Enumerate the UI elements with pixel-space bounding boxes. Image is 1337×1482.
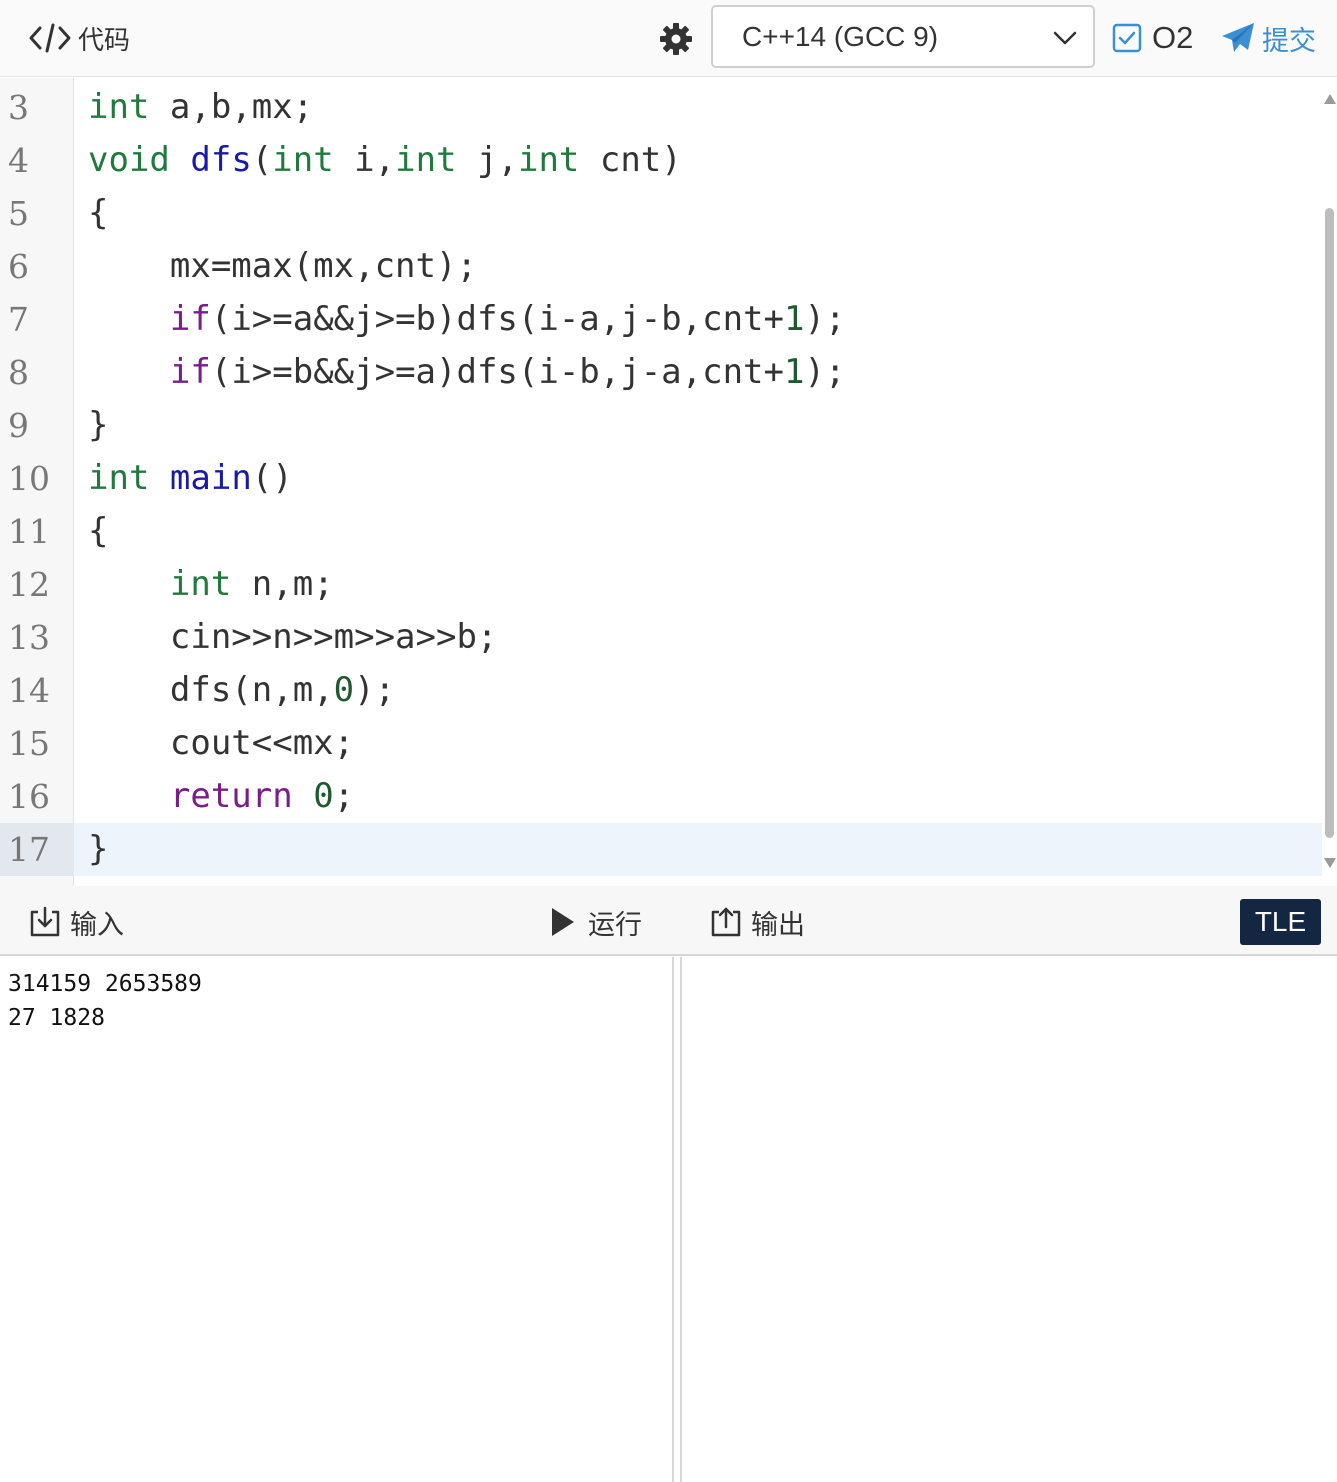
- code-text[interactable]: }: [88, 823, 108, 876]
- line-number: 5: [8, 194, 29, 233]
- code-text[interactable]: cin>>n>>m>>a>>b;: [88, 611, 498, 664]
- paper-plane-icon: [1222, 23, 1254, 52]
- code-text[interactable]: int main(): [88, 452, 293, 505]
- upload-tray-icon: [711, 907, 741, 937]
- code-line[interactable]: 6 mx=max(mx,cnt);: [0, 240, 1322, 293]
- code-line[interactable]: 15 cout<<mx;: [0, 717, 1322, 770]
- line-number: 6: [8, 247, 29, 286]
- code-line[interactable]: 3 int a,b,mx;: [0, 81, 1322, 134]
- code-line[interactable]: 5{: [0, 187, 1322, 240]
- play-icon: [552, 908, 574, 936]
- editor-scrollbar[interactable]: [1322, 78, 1337, 886]
- gear-icon[interactable]: [659, 22, 693, 56]
- output-pane: [680, 957, 1337, 1482]
- code-line[interactable]: 12 int n,m;: [0, 558, 1322, 611]
- output-tab[interactable]: 输出: [709, 904, 805, 941]
- line-number: 10: [8, 459, 50, 498]
- line-number: 9: [8, 406, 29, 445]
- code-line[interactable]: 16 return 0;: [0, 770, 1322, 823]
- editor-header: 代码 C++14 (GCC 9) O2 提交: [0, 0, 1337, 77]
- line-number: 8: [8, 353, 29, 392]
- input-label: 输入: [70, 909, 124, 941]
- code-line[interactable]: 11 {: [0, 505, 1322, 558]
- code-text[interactable]: mx=max(mx,cnt);: [88, 240, 477, 293]
- code-line[interactable]: 10 int main(): [0, 452, 1322, 505]
- code-text[interactable]: int n,m;: [88, 558, 334, 611]
- code-text[interactable]: {: [88, 187, 108, 240]
- code-line[interactable]: 17}: [0, 823, 1322, 876]
- code-line[interactable]: 8 if(i>=b&&j>=a)dfs(i-b,j-a,cnt+1);: [0, 346, 1322, 399]
- code-line[interactable]: 13 cin>>n>>m>>a>>b;: [0, 611, 1322, 664]
- code-text[interactable]: {: [88, 505, 108, 558]
- output-label: 输出: [751, 909, 805, 941]
- language-select[interactable]: C++14 (GCC 9): [711, 5, 1095, 68]
- output-text: [690, 967, 1337, 1467]
- code-text[interactable]: void dfs(int i,int j,int cnt): [88, 134, 682, 187]
- chevron-down-icon: [1053, 31, 1077, 45]
- status-badge: TLE: [1240, 899, 1321, 945]
- line-number: 12: [8, 565, 50, 604]
- input-pane: 314159 2653589 27 1828: [0, 957, 674, 1482]
- o2-label: O2: [1152, 20, 1194, 55]
- run-button[interactable]: 运行: [546, 904, 642, 941]
- code-text[interactable]: int a,b,mx;: [88, 81, 313, 134]
- scroll-thumb[interactable]: [1325, 208, 1334, 838]
- input-tab[interactable]: 输入: [28, 904, 124, 941]
- scroll-up-arrow[interactable]: [1324, 94, 1336, 104]
- code-editor[interactable]: 3 int a,b,mx; 4 void dfs(int i,int j,int cn…: [0, 78, 1337, 886]
- code-brackets-icon: [29, 23, 71, 53]
- input-textarea[interactable]: 314159 2653589 27 1828: [8, 967, 658, 1467]
- line-number: 7: [8, 300, 29, 339]
- line-number: 17: [0, 823, 74, 876]
- code-title: 代码: [28, 20, 130, 56]
- line-number: 13: [8, 618, 50, 657]
- o2-toggle[interactable]: O2: [1112, 20, 1193, 56]
- code-text[interactable]: return 0;: [88, 770, 354, 823]
- checkbox-checked-icon[interactable]: [1112, 23, 1142, 53]
- line-number: 15: [8, 724, 50, 763]
- code-text[interactable]: }: [88, 399, 108, 452]
- code-text[interactable]: if(i>=a&&j>=b)dfs(i-a,j-b,cnt+1);: [88, 293, 846, 346]
- line-number: 16: [8, 777, 50, 816]
- run-label: 运行: [588, 909, 642, 941]
- scroll-down-arrow[interactable]: [1324, 858, 1336, 868]
- code-text[interactable]: cout<<mx;: [88, 717, 354, 770]
- submit-label: 提交: [1262, 25, 1316, 57]
- line-number: 3: [8, 88, 29, 127]
- language-select-value: C++14 (GCC 9): [742, 20, 939, 52]
- code-text[interactable]: dfs(n,m,0);: [88, 664, 395, 717]
- line-number: 14: [8, 671, 50, 710]
- code-line[interactable]: 14 dfs(n,m,0);: [0, 664, 1322, 717]
- code-title-label: 代码: [78, 25, 131, 56]
- download-tray-icon: [30, 906, 60, 937]
- line-number: 11: [8, 512, 50, 551]
- code-line[interactable]: 4 void dfs(int i,int j,int cnt): [0, 134, 1322, 187]
- submit-button[interactable]: 提交: [1220, 18, 1316, 58]
- code-text[interactable]: if(i>=b&&j>=a)dfs(i-b,j-a,cnt+1);: [88, 346, 846, 399]
- code-line[interactable]: 9}: [0, 399, 1322, 452]
- io-toolbar: 输入 运行 输出 TLE: [0, 886, 1337, 956]
- code-line[interactable]: 7 if(i>=a&&j>=b)dfs(i-a,j-b,cnt+1);: [0, 293, 1322, 346]
- line-number: 4: [8, 141, 29, 180]
